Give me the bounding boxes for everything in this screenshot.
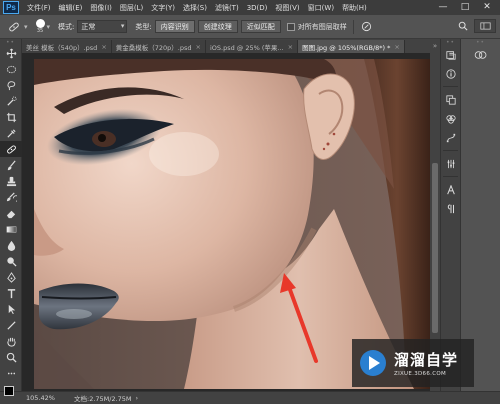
adjust-icon[interactable] (441, 154, 461, 173)
dodge-icon[interactable] (0, 253, 22, 269)
brush-icon[interactable] (0, 157, 22, 173)
proximity-match-button[interactable]: 近似匹配 (240, 20, 281, 33)
stamp-icon[interactable] (0, 173, 22, 189)
panel-divider (443, 176, 458, 177)
status-menu-arrow-icon[interactable]: › (136, 394, 139, 402)
close-icon[interactable]: × (288, 43, 293, 51)
paragraph-icon[interactable] (441, 199, 461, 218)
menu-window[interactable]: 窗口(W) (304, 3, 338, 13)
quick-select-icon[interactable] (0, 93, 22, 109)
mode-select[interactable]: 正常 (77, 20, 128, 33)
close-icon[interactable]: × (196, 43, 201, 51)
paths-icon[interactable] (441, 128, 461, 147)
close-button[interactable]: ✕ (476, 0, 498, 14)
brush-preset-picker[interactable]: 35 (35, 19, 45, 34)
tab-document-3[interactable]: iOS.psd @ 25% (苹果... × (205, 40, 299, 53)
sample-all-layers-label: 对所有图层取样 (297, 22, 347, 31)
layers-icon[interactable] (441, 90, 461, 109)
marquee-icon[interactable] (0, 61, 22, 77)
menu-select[interactable]: 选择(S) (179, 3, 211, 13)
tab-label: 黄金桑模板（720p）.psd (115, 43, 192, 52)
history-brush-icon[interactable] (0, 189, 22, 205)
tools-panel: •• (0, 39, 22, 401)
watermark-text: 溜溜自学 ZIXUE.3D66.COM (394, 349, 458, 377)
options-divider (352, 19, 354, 34)
channels-icon[interactable] (441, 109, 461, 128)
history-icon[interactable] (441, 45, 461, 64)
spot-heal-icon[interactable] (6, 19, 22, 35)
tab-label: iOS.psd @ 25% (苹果... (209, 43, 284, 52)
menu-file[interactable]: 文件(F) (23, 3, 55, 13)
window-controls: — □ ✕ (432, 0, 498, 14)
eraser-icon[interactable] (0, 205, 22, 221)
menu-type[interactable]: 文字(Y) (147, 3, 179, 13)
tab-document-active[interactable]: 图图.jpg @ 105%(RGB/8*) * × (298, 40, 405, 53)
eyedropper-icon[interactable] (0, 125, 22, 141)
document-size: 文档:2.75M/2.75M (74, 395, 132, 403)
hand-icon[interactable] (0, 333, 22, 349)
crop-icon[interactable] (0, 109, 22, 125)
foreground-color-swatch[interactable] (4, 386, 14, 396)
close-icon[interactable]: × (394, 43, 399, 51)
maximize-button[interactable]: □ (454, 0, 476, 14)
scrollbar-thumb[interactable] (432, 163, 438, 333)
menu-3d[interactable]: 3D(D) (243, 4, 272, 12)
sample-all-layers-checkbox[interactable] (286, 22, 295, 31)
play-logo-icon (360, 350, 386, 376)
info-icon[interactable] (441, 64, 461, 83)
shape-icon[interactable] (0, 317, 22, 333)
gradient-icon[interactable] (0, 221, 22, 237)
tab-document-1[interactable]: 美丝 模板（540p）.psd × (22, 40, 112, 53)
watermark-title: 溜溜自学 (394, 351, 459, 369)
character-icon[interactable] (441, 180, 461, 199)
panel-divider (443, 150, 458, 151)
watermark-badge: 溜溜自学 ZIXUE.3D66.COM (352, 339, 474, 387)
tool-preset-arrow-icon[interactable]: ▾ (24, 23, 28, 31)
menu-view[interactable]: 视图(V) (271, 3, 303, 13)
document-tabs: 美丝 模板（540p）.psd × 黄金桑模板（720p）.psd × iOS.ps… (22, 39, 440, 53)
menu-filter[interactable]: 滤镜(T) (211, 3, 243, 13)
menu-layer[interactable]: 图层(L) (116, 3, 147, 13)
swatches-icon[interactable] (461, 45, 500, 64)
panel-divider (443, 86, 458, 87)
menu-bar: Ps 文件(F) 编辑(E) 图像(I) 图层(L) 文字(Y) 选择(S) 滤… (0, 0, 500, 15)
more-icon[interactable] (0, 365, 22, 381)
photoshop-logo: Ps (3, 1, 19, 14)
path-select-icon[interactable] (0, 301, 22, 317)
pressure-size-icon[interactable] (360, 20, 374, 34)
brush-picker-arrow-icon[interactable]: ▾ (47, 23, 51, 31)
close-icon[interactable]: × (101, 43, 106, 51)
options-right (456, 19, 496, 33)
menu-image[interactable]: 图像(I) (86, 3, 116, 13)
zoom-level[interactable]: 105.42% (26, 394, 56, 402)
tab-overflow-button[interactable]: » (430, 39, 440, 53)
pen-icon[interactable] (0, 269, 22, 285)
tab-label: 图图.jpg @ 105%(RGB/8*) * (302, 43, 391, 52)
spot-heal-icon[interactable] (0, 141, 22, 157)
type-label: 类型: (135, 22, 152, 31)
options-bar: ▾ 35 ▾ 模式: 正常 类型: 内容识别 创建纹理 近似匹配 对所有图层取样 (0, 15, 500, 39)
move-icon[interactable] (0, 45, 22, 61)
lasso-icon[interactable] (0, 77, 22, 93)
photoshop-window: Ps 文件(F) 编辑(E) 图像(I) 图层(L) 文字(Y) 选择(S) 滤… (0, 0, 500, 404)
mode-label: 模式: (58, 22, 75, 31)
create-texture-button[interactable]: 创建纹理 (197, 20, 238, 33)
watermark-url: ZIXUE.3D66.COM (394, 371, 447, 377)
blur-icon[interactable] (0, 237, 22, 253)
content-aware-button[interactable]: 内容识别 (154, 20, 195, 33)
status-bar: 105.42% 文档:2.75M/2.75M › (0, 391, 500, 404)
minimize-button[interactable]: — (432, 0, 454, 14)
tab-document-2[interactable]: 黄金桑模板（720p）.psd × (111, 40, 206, 53)
menu-help[interactable]: 帮助(H) (338, 3, 371, 13)
brush-size-value: 35 (36, 28, 44, 34)
zoom-icon[interactable] (0, 349, 22, 365)
workspace-switcher[interactable] (474, 19, 496, 33)
type-icon[interactable] (0, 285, 22, 301)
menu-edit[interactable]: 编辑(E) (55, 3, 87, 13)
tab-label: 美丝 模板（540p）.psd (26, 43, 98, 52)
brush-tip-icon (35, 19, 45, 28)
search-icon[interactable] (456, 19, 470, 33)
